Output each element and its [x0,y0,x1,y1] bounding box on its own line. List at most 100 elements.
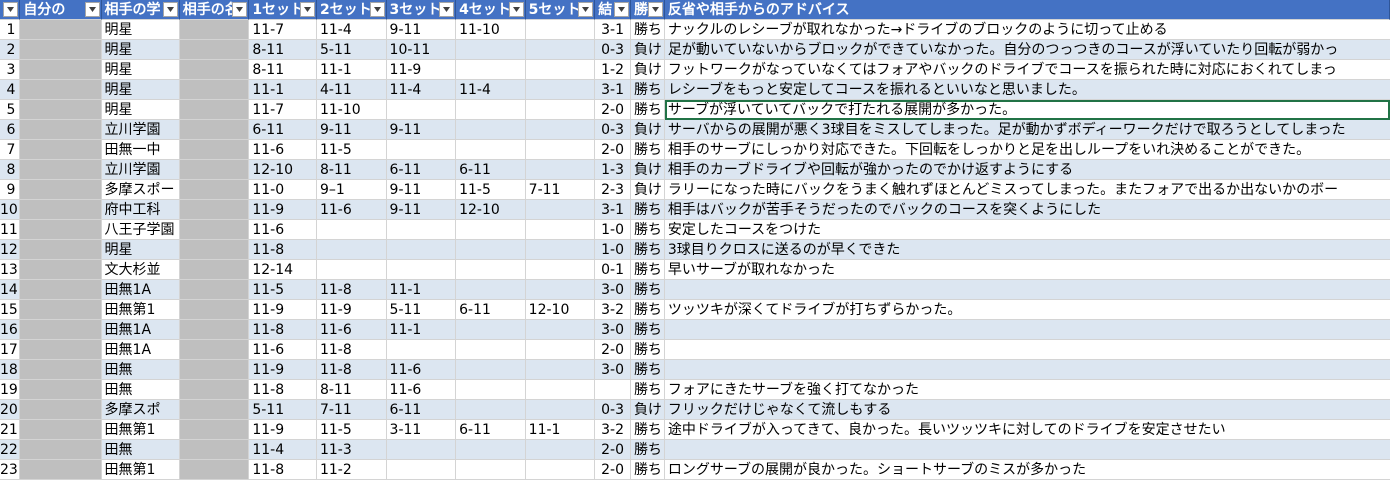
result-cell[interactable]: 勝ち [630,280,665,300]
set-score-cell[interactable]: 7-11 [316,400,387,420]
match-score-cell[interactable]: 2-0 [595,440,631,460]
set-score-cell[interactable]: 11-9 [249,360,317,380]
set-score-cell[interactable]: 6-11 [456,160,526,180]
result-cell[interactable]: 勝ち [630,240,665,260]
school-cell[interactable]: 田無第1 [101,300,180,320]
set-score-cell[interactable] [456,60,526,80]
set-score-cell[interactable]: 9-11 [316,120,387,140]
set-score-cell[interactable]: 11-9 [249,200,317,220]
set-score-cell[interactable]: 11-8 [249,460,317,480]
redacted-cell[interactable] [20,140,102,160]
school-cell[interactable]: 明星 [101,240,180,260]
match-score-cell[interactable]: 2-0 [595,460,631,480]
set-score-cell[interactable]: 11-8 [316,280,387,300]
school-cell[interactable]: 府中工科 [101,200,180,220]
match-score-cell[interactable]: 1-0 [595,220,631,240]
set-score-cell[interactable]: 8-11 [316,160,387,180]
result-cell[interactable]: 勝ち [630,300,665,320]
set-score-cell[interactable] [386,220,457,240]
redacted-cell[interactable] [179,40,250,60]
result-cell[interactable]: 負け [630,400,665,420]
redacted-cell[interactable] [179,140,250,160]
redacted-cell[interactable] [20,320,102,340]
set-score-cell[interactable]: 7-11 [525,180,596,200]
set-score-cell[interactable] [456,260,526,280]
set-score-cell[interactable] [456,220,526,240]
set-score-cell[interactable]: 9-11 [386,200,457,220]
set-score-cell[interactable]: 9-11 [386,180,457,200]
set-score-cell[interactable] [456,460,526,480]
column-header[interactable]: 勝 [631,0,665,20]
redacted-cell[interactable] [179,300,250,320]
filter-dropdown-icon[interactable] [232,2,248,17]
set-score-cell[interactable]: 8-11 [249,40,317,60]
column-header[interactable]: 3セット [386,0,457,20]
set-score-cell[interactable]: 5-11 [386,300,457,320]
filter-dropdown-icon[interactable] [299,2,315,17]
result-cell[interactable]: 勝ち [630,380,665,400]
set-score-cell[interactable]: 12-10 [249,160,317,180]
set-score-cell[interactable] [525,460,596,480]
set-score-cell[interactable] [525,360,596,380]
set-score-cell[interactable] [525,240,596,260]
column-header[interactable]: 結 [595,0,631,20]
note-cell[interactable]: 安定したコースをつけた [664,220,1390,240]
row-number[interactable]: 7 [0,140,21,160]
set-score-cell[interactable] [525,400,596,420]
set-score-cell[interactable] [456,40,526,60]
school-cell[interactable]: 多摩スポ [101,400,180,420]
set-score-cell[interactable]: 8-11 [316,380,387,400]
set-score-cell[interactable] [456,380,526,400]
set-score-cell[interactable] [525,160,596,180]
set-score-cell[interactable] [525,340,596,360]
redacted-cell[interactable] [179,400,250,420]
filter-dropdown-icon[interactable] [614,2,629,17]
school-cell[interactable]: 田無1A [101,280,180,300]
redacted-cell[interactable] [179,60,250,80]
match-score-cell[interactable]: 1-3 [595,160,631,180]
set-score-cell[interactable] [456,340,526,360]
redacted-cell[interactable] [179,80,250,100]
set-score-cell[interactable]: 11-7 [249,100,317,120]
redacted-cell[interactable] [20,40,102,60]
redacted-cell[interactable] [179,200,250,220]
school-cell[interactable]: 明星 [101,100,180,120]
filter-dropdown-icon[interactable] [508,2,524,17]
note-cell[interactable]: ロングサーブの展開が良かった。ショートサーブのミスが多かった [664,460,1390,480]
set-score-cell[interactable]: 11-8 [249,320,317,340]
set-score-cell[interactable]: 11-5 [456,180,526,200]
set-score-cell[interactable] [456,280,526,300]
result-cell[interactable]: 勝ち [630,20,665,40]
set-score-cell[interactable] [456,320,526,340]
redacted-cell[interactable] [179,240,250,260]
result-cell[interactable]: 勝ち [630,220,665,240]
redacted-cell[interactable] [20,80,102,100]
column-header[interactable]: 2セット [316,0,387,20]
set-score-cell[interactable] [525,80,596,100]
row-number[interactable]: 12 [0,240,21,260]
school-cell[interactable]: 八王子学園 [101,220,180,240]
redacted-cell[interactable] [179,220,250,240]
filter-dropdown-icon[interactable] [84,2,100,17]
match-score-cell[interactable]: 2-3 [595,180,631,200]
set-score-cell[interactable] [525,280,596,300]
set-score-cell[interactable]: 5-11 [249,400,317,420]
row-number[interactable]: 16 [0,320,21,340]
set-score-cell[interactable]: 6-11 [249,120,317,140]
set-score-cell[interactable]: 11-4 [386,80,457,100]
set-score-cell[interactable]: 11-8 [249,380,317,400]
match-score-cell[interactable]: 3-1 [595,20,631,40]
row-number[interactable]: 1 [0,20,21,40]
row-number[interactable]: 19 [0,380,21,400]
redacted-cell[interactable] [20,460,102,480]
row-number[interactable]: 8 [0,160,21,180]
note-cell[interactable]: レシーブをもっと安定してコースを振れるといいなと思いました。 [664,80,1390,100]
row-number[interactable]: 10 [0,200,21,220]
redacted-cell[interactable] [20,400,102,420]
match-score-cell[interactable]: 0-3 [595,120,631,140]
note-cell[interactable]: 相手はバックが苦手そうだったのでバックのコースを突くようにした [664,200,1390,220]
set-score-cell[interactable] [456,440,526,460]
set-score-cell[interactable]: 3-11 [386,420,457,440]
set-score-cell[interactable] [456,120,526,140]
redacted-cell[interactable] [20,160,102,180]
